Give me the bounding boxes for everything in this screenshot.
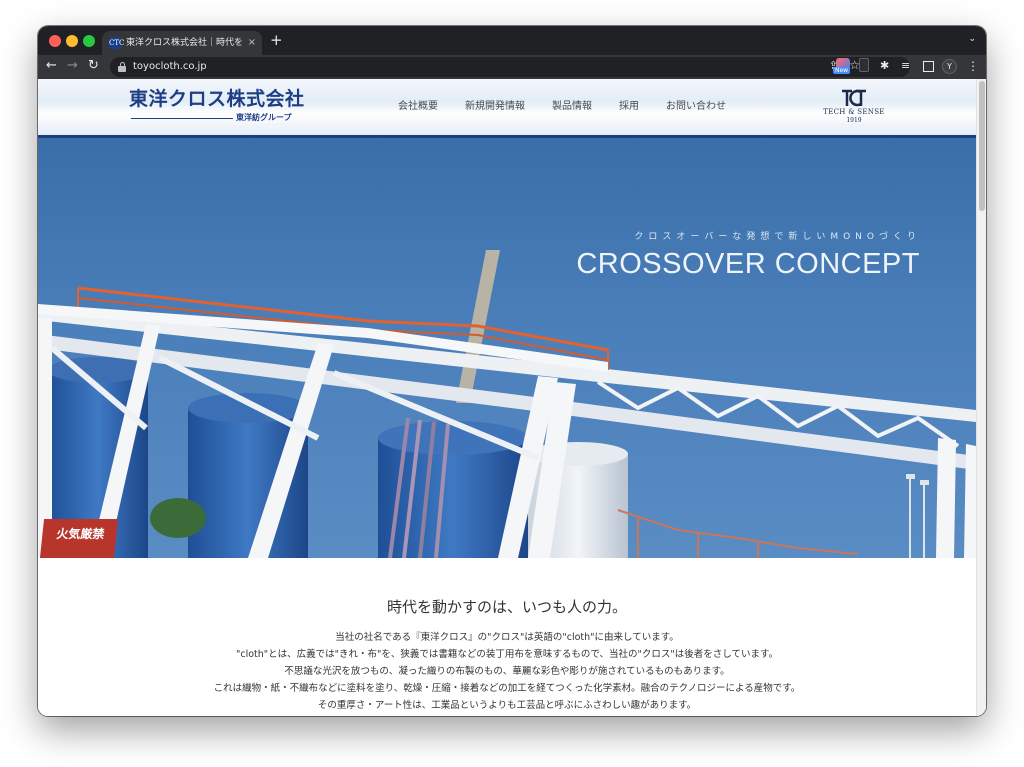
site-favicon-icon: CTC xyxy=(109,37,125,49)
nav-item-company[interactable]: 会社概要 xyxy=(398,99,438,115)
logo-underline xyxy=(131,118,233,119)
intro-heading: 時代を動かすのは、いつも人の力。 xyxy=(386,598,627,616)
nav-item-new-development[interactable]: 新規開発情報 xyxy=(465,99,525,115)
extensions-puzzle-icon[interactable]: ✱ xyxy=(880,58,889,74)
page-viewport: 東洋クロス株式会社 東洋紡グループ 会社概要 新規開発情報 製品情報 採用 お問… xyxy=(38,79,986,716)
profile-avatar[interactable]: Y xyxy=(942,59,957,74)
desktop-background: CTC 東洋クロス株式会社｜時代を動かす × + ⌄ ← → ↻ toyoclo… xyxy=(0,0,1024,767)
main-nav: 会社概要 新規開発情報 製品情報 採用 お問い合わせ xyxy=(398,99,753,115)
nav-item-recruit[interactable]: 採用 xyxy=(619,99,639,115)
tab-search-chevron-icon[interactable]: ⌄ xyxy=(968,34,976,44)
intro-line: 不思議な光沢を放つもの、凝った織りの布製のもの、華麗な彩色や彫りが施されているも… xyxy=(284,666,730,677)
hero-image: クロスオーバーな発想で新しいMONOづくり CROSSOVER CONCEPT … xyxy=(38,138,976,558)
company-logo[interactable]: 東洋クロス株式会社 xyxy=(129,88,305,110)
intro-line: 当社の社名である『東洋クロス』の"クロス"は英語の"cloth"に由来しています… xyxy=(335,632,679,643)
tcs-mark-icon xyxy=(842,89,866,107)
intro-section: 時代を動かすのは、いつも人の力。 当社の社名である『東洋クロス』の"クロス"は英… xyxy=(38,558,976,716)
zoom-window-button[interactable] xyxy=(83,35,95,47)
nav-item-products[interactable]: 製品情報 xyxy=(552,99,592,115)
hero-title: CROSSOVER CONCEPT xyxy=(576,248,920,280)
browser-window: CTC 東洋クロス株式会社｜時代を動かす × + ⌄ ← → ↻ toyoclo… xyxy=(38,26,986,716)
tab-close-icon[interactable]: × xyxy=(248,36,256,50)
media-controls-icon[interactable]: ≡ xyxy=(901,58,910,74)
warning-sign: 火気厳禁 xyxy=(39,519,119,558)
tab-title: 東洋クロス株式会社｜時代を動かす xyxy=(126,38,242,48)
scrollbar-thumb[interactable] xyxy=(979,81,985,211)
address-bar[interactable]: toyocloth.co.jp ⇪ ☆ xyxy=(110,57,910,77)
url-text[interactable]: toyocloth.co.jp xyxy=(133,60,207,74)
tab-strip: CTC 東洋クロス株式会社｜時代を動かす × + ⌄ xyxy=(38,26,986,55)
browser-tab-active[interactable]: CTC 東洋クロス株式会社｜時代を動かす × xyxy=(102,31,262,55)
nav-item-contact[interactable]: お問い合わせ xyxy=(666,99,726,115)
hero-tagline: クロスオーバーな発想で新しいMONOづくり xyxy=(634,232,921,242)
minimize-window-button[interactable] xyxy=(66,35,78,47)
browser-menu-icon[interactable]: ⋮ xyxy=(967,58,979,74)
page-scrollbar[interactable] xyxy=(976,79,986,716)
intro-line: これは織物・紙・不織布などに塗料を塗り、乾燥・圧縮・接着などの加工を経てつくった… xyxy=(213,683,801,694)
reload-icon[interactable]: ↻ xyxy=(88,57,99,75)
group-logo-text: 東洋紡グループ xyxy=(236,113,292,122)
close-window-button[interactable] xyxy=(49,35,61,47)
side-panel-icon[interactable] xyxy=(923,61,934,72)
brand-text: TECH & SENSE xyxy=(823,108,885,116)
lock-icon[interactable] xyxy=(118,62,126,72)
site-header: 東洋クロス株式会社 東洋紡グループ 会社概要 新規開発情報 製品情報 採用 お問… xyxy=(38,79,976,138)
intro-line: その重厚さ・アート性は、工業品というよりも工芸品と呼ぶにふさわしい趣があります。 xyxy=(317,700,697,711)
new-tab-button[interactable]: + xyxy=(270,32,283,48)
extension-tile-icon[interactable] xyxy=(859,58,869,72)
forward-arrow-icon[interactable]: → xyxy=(67,57,78,75)
brand-year: 1919 xyxy=(846,117,862,124)
intro-line: "cloth"とは、広義では"きれ・布"を、狭義では書籍などの装丁用布を意味する… xyxy=(235,649,779,660)
factory-structure-illustration xyxy=(38,250,976,558)
browser-toolbar: ← → ↻ toyocloth.co.jp ⇪ ☆ New ✱ ≡ Y ⋮ xyxy=(38,55,986,79)
intro-paragraph: 当社の社名である『東洋クロス』の"クロス"は英語の"cloth"に由来しています… xyxy=(38,629,976,714)
back-arrow-icon[interactable]: ← xyxy=(46,57,57,75)
extension-new-badge: New xyxy=(833,67,851,74)
tech-and-sense-logo[interactable]: TECH & SENSE 1919 xyxy=(818,86,890,128)
